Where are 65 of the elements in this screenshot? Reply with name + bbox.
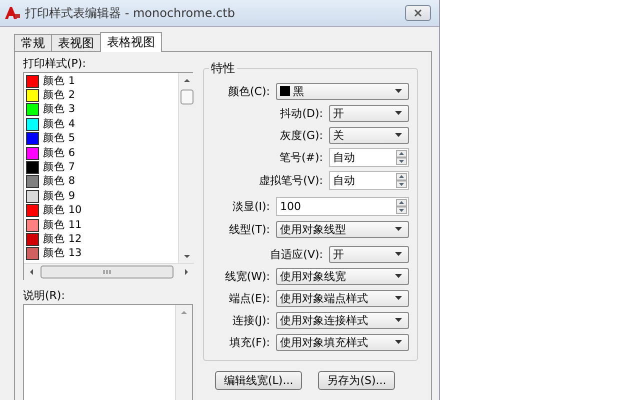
spin-field[interactable]: 自动 xyxy=(329,171,409,190)
plot-style-item[interactable]: 颜色 12 xyxy=(26,232,176,247)
property-label: 颜色(C): xyxy=(228,84,270,98)
plot-style-item[interactable]: 颜色 11 xyxy=(26,218,176,232)
spin-field[interactable]: 100 xyxy=(276,197,409,216)
spin-arrows-icon[interactable] xyxy=(396,199,407,214)
caret-icon xyxy=(395,133,402,137)
dropdown[interactable]: 黑 xyxy=(276,82,409,100)
property-label: 淡显(I): xyxy=(232,199,270,214)
app-icon xyxy=(4,6,20,20)
property-label: 虚拟笔号(V): xyxy=(259,173,323,188)
dropdown[interactable]: 开 xyxy=(329,104,409,122)
plot-style-item[interactable]: 颜色 1 xyxy=(26,74,176,88)
close-button[interactable] xyxy=(405,5,431,21)
dialog-button[interactable]: 编辑线宽(L)... xyxy=(215,371,302,390)
property-label: 笔号(#): xyxy=(279,150,323,165)
caret-icon xyxy=(395,296,402,300)
caret-icon xyxy=(395,340,402,344)
plot-style-item[interactable]: 颜色 7 xyxy=(26,160,176,175)
property-label: 抖动(D): xyxy=(280,106,323,120)
property-label: 连接(J): xyxy=(232,312,270,328)
plot-style-item[interactable]: 颜色 9 xyxy=(26,189,176,204)
list-label: 打印样式(P): xyxy=(23,56,87,70)
plot-style-item[interactable]: 颜色 3 xyxy=(26,102,176,118)
caret-icon xyxy=(395,111,402,115)
horizontal-scrollbar[interactable] xyxy=(24,263,194,280)
property-label: 端点(E): xyxy=(228,290,270,306)
property-label: 填充(F): xyxy=(229,334,270,350)
property-label: 线型(T): xyxy=(228,222,270,236)
caret-icon xyxy=(395,318,402,322)
plot-style-item[interactable]: 颜色 4 xyxy=(26,117,176,132)
tab[interactable]: 表格视图 xyxy=(100,32,162,52)
tab[interactable]: 常规 xyxy=(14,34,52,51)
dropdown[interactable]: 使用对象填充样式 xyxy=(276,334,409,350)
dropdown[interactable]: 关 xyxy=(329,126,409,144)
close-icon xyxy=(414,9,422,17)
description-field[interactable] xyxy=(23,304,193,400)
plot-style-item[interactable]: 颜色 5 xyxy=(26,132,176,146)
dropdown[interactable]: 开 xyxy=(329,246,409,262)
caret-icon xyxy=(395,89,402,93)
property-label: 线宽(W): xyxy=(224,268,270,284)
plot-style-item[interactable]: 颜色 2 xyxy=(26,88,176,103)
vertical-scrollbar[interactable] xyxy=(175,305,192,400)
dropdown[interactable]: 使用对象端点样式 xyxy=(276,290,409,306)
dialog-button[interactable]: 另存为(S)... xyxy=(318,371,396,390)
caret-icon xyxy=(395,252,402,256)
description-label: 说明(R): xyxy=(23,288,66,302)
dropdown[interactable]: 使用对象线宽 xyxy=(276,268,409,284)
spin-arrows-icon[interactable] xyxy=(396,173,407,188)
vertical-scrollbar[interactable] xyxy=(178,73,195,263)
group-title: 特性 xyxy=(209,60,237,77)
caret-icon xyxy=(395,227,402,231)
property-label: 灰度(G): xyxy=(280,128,323,142)
plot-style-item[interactable]: 颜色 13 xyxy=(26,246,176,262)
plot-style-item[interactable]: 颜色 10 xyxy=(26,204,176,218)
property-label: 自适应(V): xyxy=(270,246,323,262)
spin-field[interactable]: 自动 xyxy=(329,148,409,167)
dropdown[interactable]: 使用对象线型 xyxy=(276,220,409,238)
plot-style-item[interactable]: 颜色 8 xyxy=(26,174,176,190)
dropdown[interactable]: 使用对象连接样式 xyxy=(276,312,409,328)
window-title: 打印样式表编辑器 - monochrome.ctb xyxy=(25,4,236,22)
tab[interactable]: 表视图 xyxy=(51,34,101,51)
spin-arrows-icon[interactable] xyxy=(396,150,407,165)
caret-icon xyxy=(395,274,402,278)
plot-style-item[interactable]: 颜色 6 xyxy=(26,146,176,160)
